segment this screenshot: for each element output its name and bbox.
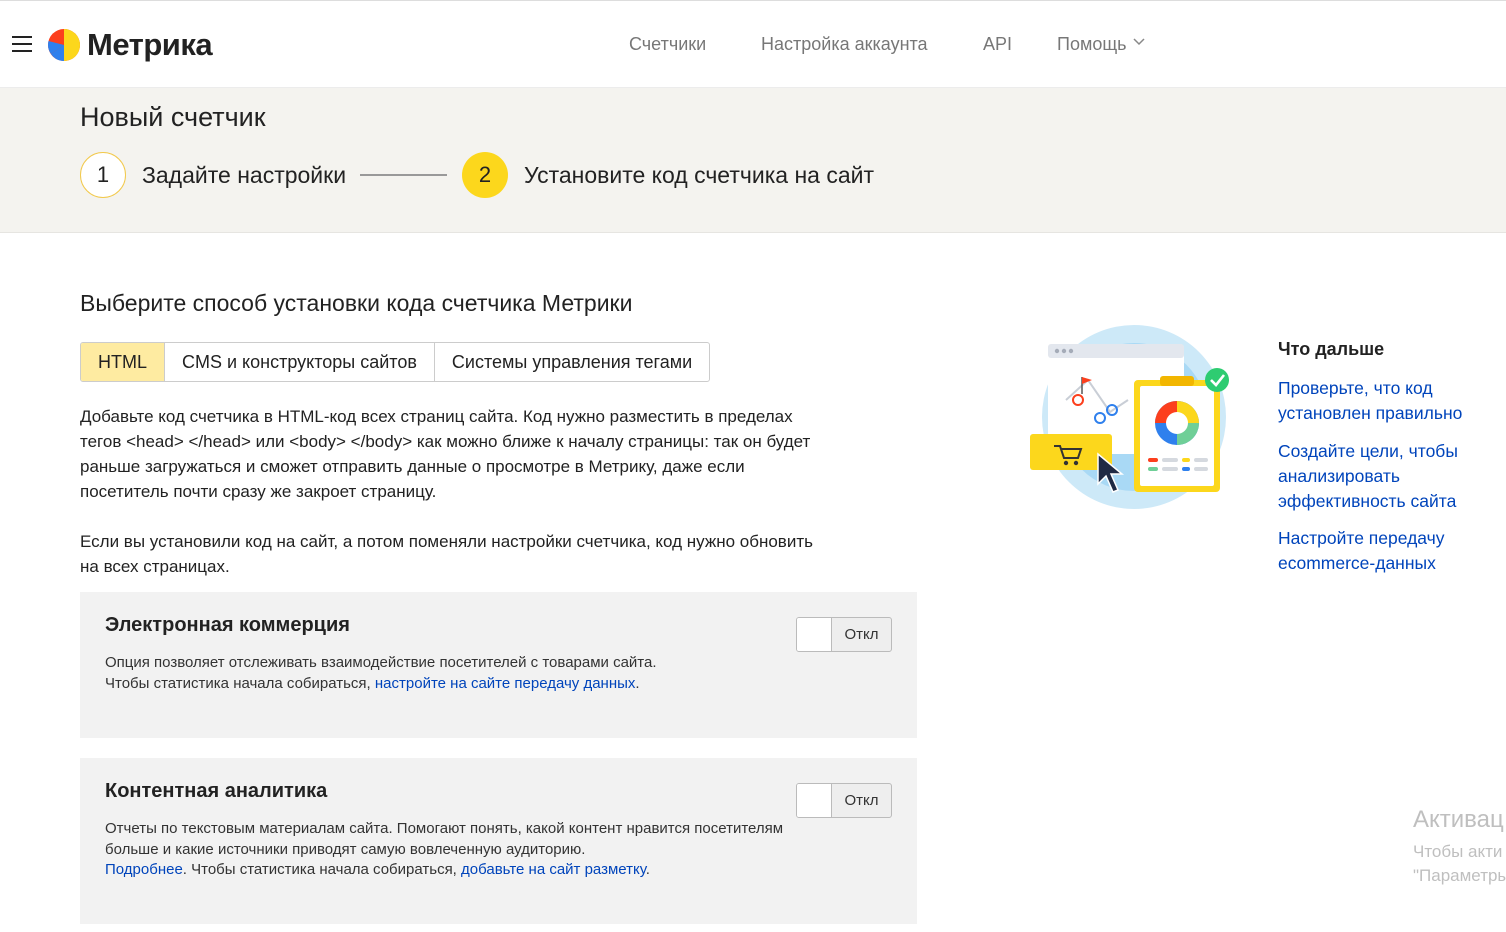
main-nav: Счетчики Настройка аккаунта API Помощь [0,34,1506,58]
ecommerce-text-3: . [635,674,640,692]
content-analytics-card: Контентная аналитика Отчеты по текстовым… [80,758,917,924]
content-analytics-toggle[interactable]: Откл [796,783,892,818]
whats-next-title: Что дальше [1278,339,1385,359]
toggle-label: Откл [844,792,879,809]
watermark-line-1: Активац [1413,806,1504,833]
install-method-tabs: HTML CMS и конструкторы сайтов Системы у… [80,342,711,382]
step-2-number: 2 [462,152,508,198]
tab-html[interactable]: HTML [81,343,165,381]
watermark-line-2: Чтобы акти [1413,842,1503,861]
ecommerce-setup-guide-link[interactable]: Настройте передачу ecommerce-данных [1278,526,1488,576]
ecommerce-card: Электронная коммерция Опция позволяет от… [80,592,917,738]
check-code-link[interactable]: Проверьте, что код установлен правильно [1278,376,1488,426]
nav-counters[interactable]: Счетчики [629,34,706,55]
nav-help-label: Помощь [1057,34,1127,54]
nav-help[interactable]: Помощь [1057,34,1145,55]
tab-tag-managers[interactable]: Системы управления тегами [435,343,709,381]
top-header: Метрика Счетчики Настройка аккаунта API … [0,0,1506,88]
ecommerce-text-1: Опция позволяет отслеживать взаимодейств… [105,654,657,671]
page-title: Новый счетчик [80,102,266,132]
chevron-down-icon [1133,38,1145,46]
content-analytics-description: Отчеты по текстовым материалам сайта. По… [105,819,785,881]
step-1[interactable]: 1 Задайте настройки [80,152,346,198]
step-1-label: Задайте настройки [142,161,347,188]
install-method-title: Выберите способ установки кода счетчика … [80,290,633,316]
more-info-link[interactable]: Подробнее [105,861,183,878]
nav-api[interactable]: API [983,34,1012,55]
ecommerce-description: Опция позволяет отслеживать взаимодейств… [105,653,785,694]
tab-cms[interactable]: CMS и конструкторы сайтов [165,343,435,381]
add-markup-link[interactable]: добавьте на сайт разметку [461,861,646,878]
wizard-steps: Новый счетчик 1 Задайте настройки 2 Уста… [0,88,1506,233]
content-analytics-text-2: . Чтобы статистика начала собираться, [182,861,462,878]
activation-watermark: Активац Чтобы акти "Параметры [1413,806,1506,886]
ecommerce-setup-link[interactable]: настройте на сайте передачу данных [375,675,636,692]
step-2: 2 Установите код счетчика на сайт [462,152,874,198]
create-goals-link[interactable]: Создайте цели, чтобы анализировать эффек… [1278,439,1488,514]
content-analytics-text-3: . [645,861,650,878]
toggle-knob [797,784,832,817]
watermark-line-3: "Параметры [1413,866,1506,885]
content-analytics-text-1: Отчеты по текстовым материалам сайта. По… [105,820,784,858]
content-analytics-title: Контентная аналитика [105,780,328,802]
toggle-label: Откл [844,626,879,643]
ecommerce-toggle[interactable]: Откл [796,617,892,652]
update-note: Если вы установили код на сайт, а потом … [80,532,813,576]
analytics-illustration [1030,325,1229,509]
ecommerce-title: Электронная коммерция [105,614,350,636]
toggle-knob [797,618,832,651]
step-connector [360,174,447,176]
step-2-label: Установите код счетчика на сайт [524,161,874,188]
ecommerce-text-2: Чтобы статистика начала собираться, [105,674,375,692]
install-instructions: Добавьте код счетчика в HTML-код всех ст… [80,407,811,501]
step-1-number: 1 [80,152,126,198]
nav-account-settings[interactable]: Настройка аккаунта [761,34,928,55]
